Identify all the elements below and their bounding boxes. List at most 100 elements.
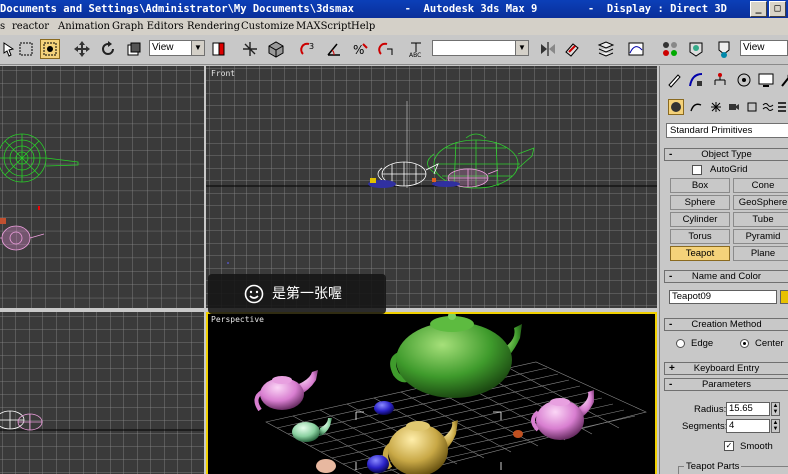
box-button[interactable]: Box (670, 178, 730, 193)
command-panel: Standard Primitives - Object Type AutoGr… (659, 66, 788, 474)
smooth-checkbox[interactable]: ✓ (724, 441, 734, 451)
geometry-icon[interactable] (668, 99, 684, 115)
menu-item-reactor[interactable]: reactor (12, 18, 49, 35)
main-toolbar: View ▼ 3 % ABC ▼ View (0, 35, 788, 65)
menu-item-rendering[interactable]: Rendering (187, 18, 240, 35)
svg-text:3: 3 (309, 42, 314, 51)
tube-button[interactable]: Tube (733, 212, 788, 227)
toast-message: 是第一张喔 (272, 286, 342, 302)
autogrid-checkbox[interactable] (692, 165, 702, 175)
menu-item-help[interactable]: Help (351, 18, 375, 35)
menu-item-animation[interactable]: Animation (58, 18, 110, 35)
teapot-mint-persp (292, 418, 332, 442)
pivot-center-icon[interactable] (209, 39, 229, 59)
geosphere-button[interactable]: GeoSphere (733, 195, 788, 210)
edge-label: Edge (691, 338, 714, 349)
display-tab-icon[interactable] (756, 70, 776, 90)
menu-item-maxscript[interactable]: MAXScript (296, 18, 351, 35)
window-crossing-icon[interactable] (40, 39, 60, 59)
named-selection-set-dropdown[interactable]: ▼ (432, 40, 529, 56)
viewport-top-scene (0, 66, 204, 308)
teapot-button[interactable]: Teapot (670, 246, 730, 261)
align-icon[interactable] (562, 39, 582, 59)
object-name-input[interactable]: Teapot09 (669, 290, 777, 304)
teapot-orange-persp (513, 430, 523, 438)
radius-input[interactable]: 15.65 (726, 402, 770, 416)
viewport-left[interactable] (0, 312, 204, 474)
sphere-button[interactable]: Sphere (670, 195, 730, 210)
spinner-snap-icon[interactable] (376, 39, 396, 59)
menu-item-graph-editors[interactable]: Graph Editors (112, 18, 184, 35)
angle-snap-icon[interactable] (324, 39, 344, 59)
teapot-yellow-persp (383, 420, 458, 474)
systems-icon[interactable] (774, 99, 788, 115)
menu-item-file[interactable]: s (0, 18, 5, 35)
segments-spinner[interactable]: ▲ ▼ (771, 419, 780, 433)
render-type-dropdown[interactable]: View (740, 40, 788, 56)
plane-button[interactable]: Plane (733, 246, 788, 261)
object-color-swatch[interactable] (780, 290, 788, 304)
keyboard-shortcut-icon[interactable] (266, 39, 286, 59)
creation-method-title: Creation Method (691, 319, 762, 330)
maximize-button[interactable]: □ (769, 1, 786, 17)
quick-render-icon[interactable] (714, 39, 734, 59)
center-label: Center (755, 338, 784, 349)
hierarchy-tab-icon[interactable] (710, 70, 730, 90)
shapes-icon[interactable] (688, 99, 704, 115)
modify-tab-icon[interactable] (686, 70, 706, 90)
teapot-parts-label: Teapot Parts (684, 461, 742, 472)
teapot-blue-persp-2 (367, 455, 389, 473)
viewport-separator-vertical[interactable] (204, 66, 206, 474)
layer-manager-icon[interactable] (596, 39, 616, 59)
cylinder-button[interactable]: Cylinder (670, 212, 730, 227)
object-type-rollout[interactable]: - Object Type (664, 148, 788, 161)
region-select-icon[interactable] (16, 39, 36, 59)
cameras-icon[interactable] (726, 99, 742, 115)
pyramid-button[interactable]: Pyramid (733, 229, 788, 244)
chevron-down-icon: ▼ (191, 41, 204, 55)
viewport-front[interactable]: Front (206, 66, 657, 308)
minimize-button[interactable]: _ (750, 1, 767, 17)
snap-3d-icon[interactable]: 3 (298, 39, 318, 59)
menu-bar: s reactor Animation Graph Editors Render… (0, 18, 788, 35)
rotate-icon[interactable] (98, 39, 118, 59)
create-tab-icon[interactable] (664, 70, 684, 90)
percent-snap-icon[interactable]: % (350, 39, 370, 59)
viewport-top[interactable] (0, 66, 204, 308)
segments-label: Segments: (682, 421, 728, 432)
utilities-tab-icon[interactable] (776, 70, 788, 90)
helpers-icon[interactable] (744, 99, 760, 115)
radius-spinner[interactable]: ▲ ▼ (771, 402, 780, 416)
reference-coordinate-dropdown[interactable]: View ▼ (149, 40, 205, 56)
move-icon[interactable] (72, 39, 92, 59)
center-radio[interactable] (740, 339, 749, 348)
rollout-collapse-sign: - (669, 319, 673, 330)
named-selection-icon[interactable]: ABC (406, 39, 426, 59)
material-editor-icon[interactable] (660, 39, 680, 59)
segments-input[interactable]: 4 (726, 419, 770, 433)
select-manipulate-icon[interactable] (240, 39, 260, 59)
command-panel-tabs (660, 66, 788, 94)
viewport-front-scene (206, 66, 657, 308)
viewport-left-scene (0, 312, 204, 474)
torus-button[interactable]: Torus (670, 229, 730, 244)
name-color-rollout[interactable]: - Name and Color (664, 270, 788, 283)
keyboard-entry-rollout[interactable]: + Keyboard Entry (664, 362, 788, 375)
curve-editor-icon[interactable] (626, 39, 646, 59)
edge-radio[interactable] (676, 339, 685, 348)
render-type-value: View (743, 42, 765, 53)
mirror-icon[interactable] (538, 39, 558, 59)
lights-icon[interactable] (708, 99, 724, 115)
cone-button[interactable]: Cone (733, 178, 788, 193)
creation-method-rollout[interactable]: - Creation Method (664, 318, 788, 331)
viewport-perspective[interactable]: Perspective (206, 312, 657, 474)
render-scene-icon[interactable] (686, 39, 706, 59)
rollout-collapse-sign: - (669, 379, 673, 390)
rollout-collapse-sign: - (669, 271, 673, 282)
smiley-icon (244, 284, 264, 304)
scale-icon[interactable] (124, 39, 144, 59)
primitive-category-dropdown[interactable]: Standard Primitives (666, 123, 788, 138)
menu-item-customize[interactable]: Customize (241, 18, 294, 35)
motion-tab-icon[interactable] (734, 70, 754, 90)
parameters-rollout[interactable]: - Parameters (664, 378, 788, 391)
